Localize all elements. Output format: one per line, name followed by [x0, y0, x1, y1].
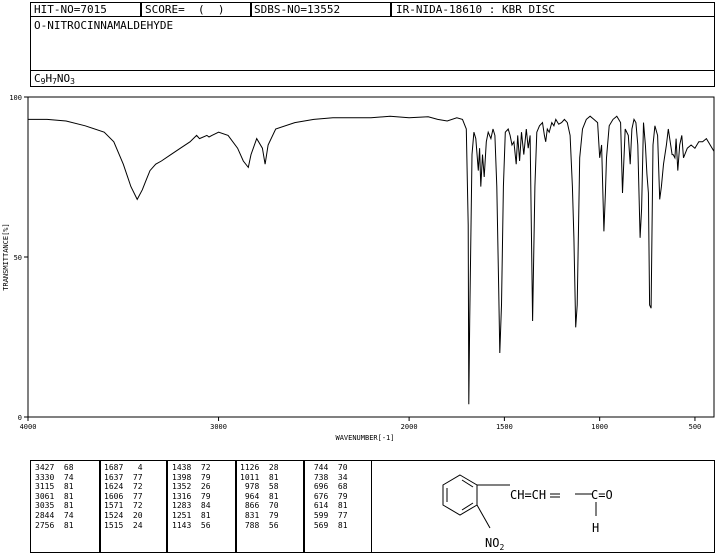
peak-column: 1126 28 1011 81 978 58 964 81 866 70 831 …: [240, 463, 279, 530]
x-tick-label: 3000: [210, 423, 227, 431]
peak-table-divider: [235, 460, 237, 553]
peak-row: 831 79: [240, 510, 279, 520]
x-axis-label: WAVENUMBER[-1]: [335, 434, 394, 442]
peak-column: 1438 72 1398 79 1352 26 1316 79 1283 84 1251 …: [172, 463, 211, 530]
peak-row: 1606 77: [104, 491, 143, 501]
x-tick-label: 1000: [591, 423, 608, 431]
peak-row: 978 58: [240, 482, 279, 492]
y-tick-label: 100: [9, 94, 22, 102]
peak-row: 1398 79: [172, 472, 211, 482]
peak-row: 2756 81: [35, 520, 74, 530]
peak-table-divider: [303, 460, 305, 553]
y-tick-label: 50: [14, 254, 22, 262]
x-tick-label: 500: [689, 423, 702, 431]
peak-row: 676 79: [309, 491, 348, 501]
ir-spectrum-chart: 4000 3000 2000 1500 1000 500 0 50 100 WAVENUMBE…: [2, 94, 715, 442]
peak-row: 1283 84: [172, 501, 211, 511]
peak-row: 866 70: [240, 501, 279, 511]
peak-column: 3427 68 3330 74 3115 81 3061 81 3035 81 2844 …: [35, 463, 74, 530]
peak-row: 1251 81: [172, 510, 211, 520]
peak-row: 2844 74: [35, 510, 74, 520]
y-axis-label: TRANSMITTANCE[%]: [2, 223, 10, 290]
peak-column: 744 70 738 34 696 68 676 79 614 81 599 7…: [309, 463, 348, 530]
peak-row: 1143 56: [172, 520, 211, 530]
peak-table-divider: [166, 460, 168, 553]
y-tick-label: 0: [18, 414, 22, 422]
peak-row: 1524 20: [104, 510, 143, 520]
peak-column: 1687 4 1637 77 1624 72 1606 77 1571 72 1524 2…: [104, 463, 143, 530]
peak-row: 964 81: [240, 491, 279, 501]
peak-row: 1515 24: [104, 520, 143, 530]
peak-table-divider: [99, 460, 101, 553]
peak-row: 3061 81: [35, 491, 74, 501]
peak-row: 1624 72: [104, 482, 143, 492]
peak-row: 1687 4: [104, 463, 143, 472]
peak-row: 1352 26: [172, 482, 211, 492]
peak-row: 599 77: [309, 510, 348, 520]
peak-row: 744 70: [309, 463, 348, 472]
peak-row: 3035 81: [35, 501, 74, 511]
peak-row: 3330 74: [35, 472, 74, 482]
peak-row: 3115 81: [35, 482, 74, 492]
peak-row: 1126 28: [240, 463, 279, 472]
peak-row: 1316 79: [172, 491, 211, 501]
plot-frame: [27, 96, 715, 418]
x-axis: 4000 3000 2000 1500 1000 500: [20, 417, 702, 431]
peak-row: 1438 72: [172, 463, 211, 472]
peak-row: 1571 72: [104, 501, 143, 511]
peak-row: 788 56: [240, 520, 279, 530]
x-tick-label: 2000: [401, 423, 418, 431]
peak-row: 1637 77: [104, 472, 143, 482]
y-axis: 0 50 100: [9, 94, 28, 422]
peak-row: 696 68: [309, 482, 348, 492]
peak-row: 3427 68: [35, 463, 74, 472]
spectrum-line: [28, 115, 715, 405]
x-tick-label: 4000: [20, 423, 37, 431]
peak-row: 1011 81: [240, 472, 279, 482]
peak-row: 569 81: [309, 520, 348, 530]
structure-panel: [371, 460, 715, 553]
peak-row: 738 34: [309, 472, 348, 482]
x-tick-label: 1500: [496, 423, 513, 431]
peak-row: 614 81: [309, 501, 348, 511]
